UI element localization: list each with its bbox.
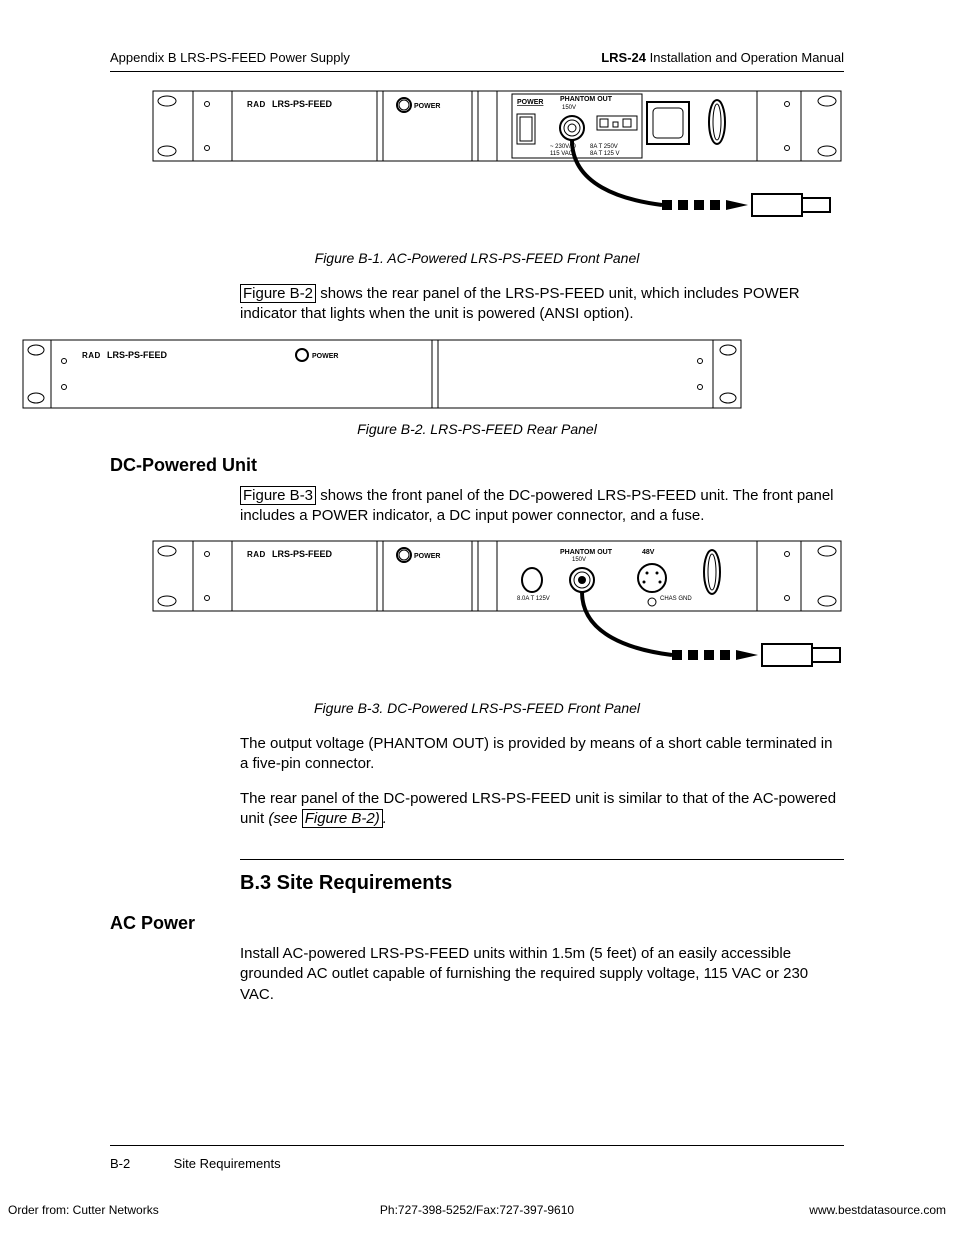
running-header: Appendix B LRS-PS-FEED Power Supply LRS-… <box>110 50 844 72</box>
svg-text:8A T 250V: 8A T 250V <box>590 144 618 150</box>
svg-text:PHANTOM OUT: PHANTOM OUT <box>560 96 613 103</box>
link-figure-b3[interactable]: Figure B-3 <box>240 486 316 505</box>
para4-ital-a: (see <box>268 810 301 827</box>
heading-b3-site-requirements: B.3 Site Requirements <box>240 872 844 895</box>
header-left-title: LRS-PS-FEED Power Supply <box>180 50 350 65</box>
header-left-prefix: Appendix B <box>110 50 180 65</box>
svg-text:150V: 150V <box>572 557 586 563</box>
order-line: Order from: Cutter Networks Ph:727-398-5… <box>0 1203 954 1217</box>
para2-rest: shows the front panel of the DC-powered … <box>240 487 834 524</box>
figure-b3-caption: Figure B-3. DC-Powered LRS-PS-FEED Front… <box>110 700 844 716</box>
section-rule <box>240 859 844 860</box>
svg-text:LRS-PS-FEED: LRS-PS-FEED <box>272 99 333 109</box>
order-left: Order from: Cutter Networks <box>8 1203 321 1217</box>
figure-b1-caption: Figure B-1. AC-Powered LRS-PS-FEED Front… <box>110 250 844 266</box>
para-ac-power: Install AC-powered LRS-PS-FEED units wit… <box>240 944 844 1005</box>
header-right-bold: LRS-24 <box>601 50 646 65</box>
heading-dc-powered-unit: DC-Powered Unit <box>110 455 844 476</box>
para-phantom-out: The output voltage (PHANTOM OUT) is prov… <box>240 734 844 775</box>
svg-text:8A T 125 V: 8A T 125 V <box>590 151 619 157</box>
svg-text:POWER: POWER <box>312 353 338 360</box>
link-figure-b2-inline[interactable]: Figure B-2) <box>302 809 383 828</box>
heading-ac-power: AC Power <box>110 913 844 934</box>
para-fig-b2-intro: Figure B-2 shows the rear panel of the L… <box>240 284 844 325</box>
page-number: B-2 <box>110 1156 170 1171</box>
page-footer: B-2 Site Requirements <box>110 1145 844 1171</box>
svg-text:POWER: POWER <box>414 103 440 110</box>
header-right-rest: Installation and Operation Manual <box>646 50 844 65</box>
link-figure-b2[interactable]: Figure B-2 <box>240 284 316 303</box>
para4-ital-b: . <box>383 810 387 827</box>
header-right: LRS-24 Installation and Operation Manual <box>601 50 844 65</box>
svg-text:RAD: RAD <box>82 351 101 360</box>
svg-text:LRS-PS-FEED: LRS-PS-FEED <box>107 350 168 360</box>
header-left: Appendix B LRS-PS-FEED Power Supply <box>110 50 350 65</box>
figure-b3: RAD LRS-PS-FEED POWER PHANTOM OUT 150V 4… <box>152 540 844 690</box>
svg-text:LRS-PS-FEED: LRS-PS-FEED <box>272 549 333 559</box>
order-center: Ph:727-398-5252/Fax:727-397-9610 <box>321 1203 634 1217</box>
figure-b2: RAD LRS-PS-FEED POWER <box>22 339 844 411</box>
para-rear-similar: The rear panel of the DC-powered LRS-PS-… <box>240 789 844 830</box>
svg-text:PHANTOM OUT: PHANTOM OUT <box>560 549 613 556</box>
svg-text:POWER: POWER <box>517 99 543 106</box>
svg-text:RAD: RAD <box>247 100 266 109</box>
svg-text:8.0A T 125V: 8.0A T 125V <box>517 596 550 602</box>
para1-rest: shows the rear panel of the LRS-PS-FEED … <box>240 285 800 322</box>
order-right: www.bestdatasource.com <box>633 1203 946 1217</box>
svg-text:150V: 150V <box>562 105 576 111</box>
svg-text:POWER: POWER <box>414 553 440 560</box>
footer-section: Site Requirements <box>174 1156 281 1171</box>
figure-b1: RAD LRS-PS-FEED POWER POWER PHANTOM OUT … <box>152 90 844 240</box>
figure-b2-caption: Figure B-2. LRS-PS-FEED Rear Panel <box>110 421 844 437</box>
svg-text:RAD: RAD <box>247 550 266 559</box>
svg-text:CHAS GND: CHAS GND <box>660 596 692 602</box>
para-fig-b3-intro: Figure B-3 shows the front panel of the … <box>240 486 844 527</box>
svg-text:48V: 48V <box>642 549 655 556</box>
